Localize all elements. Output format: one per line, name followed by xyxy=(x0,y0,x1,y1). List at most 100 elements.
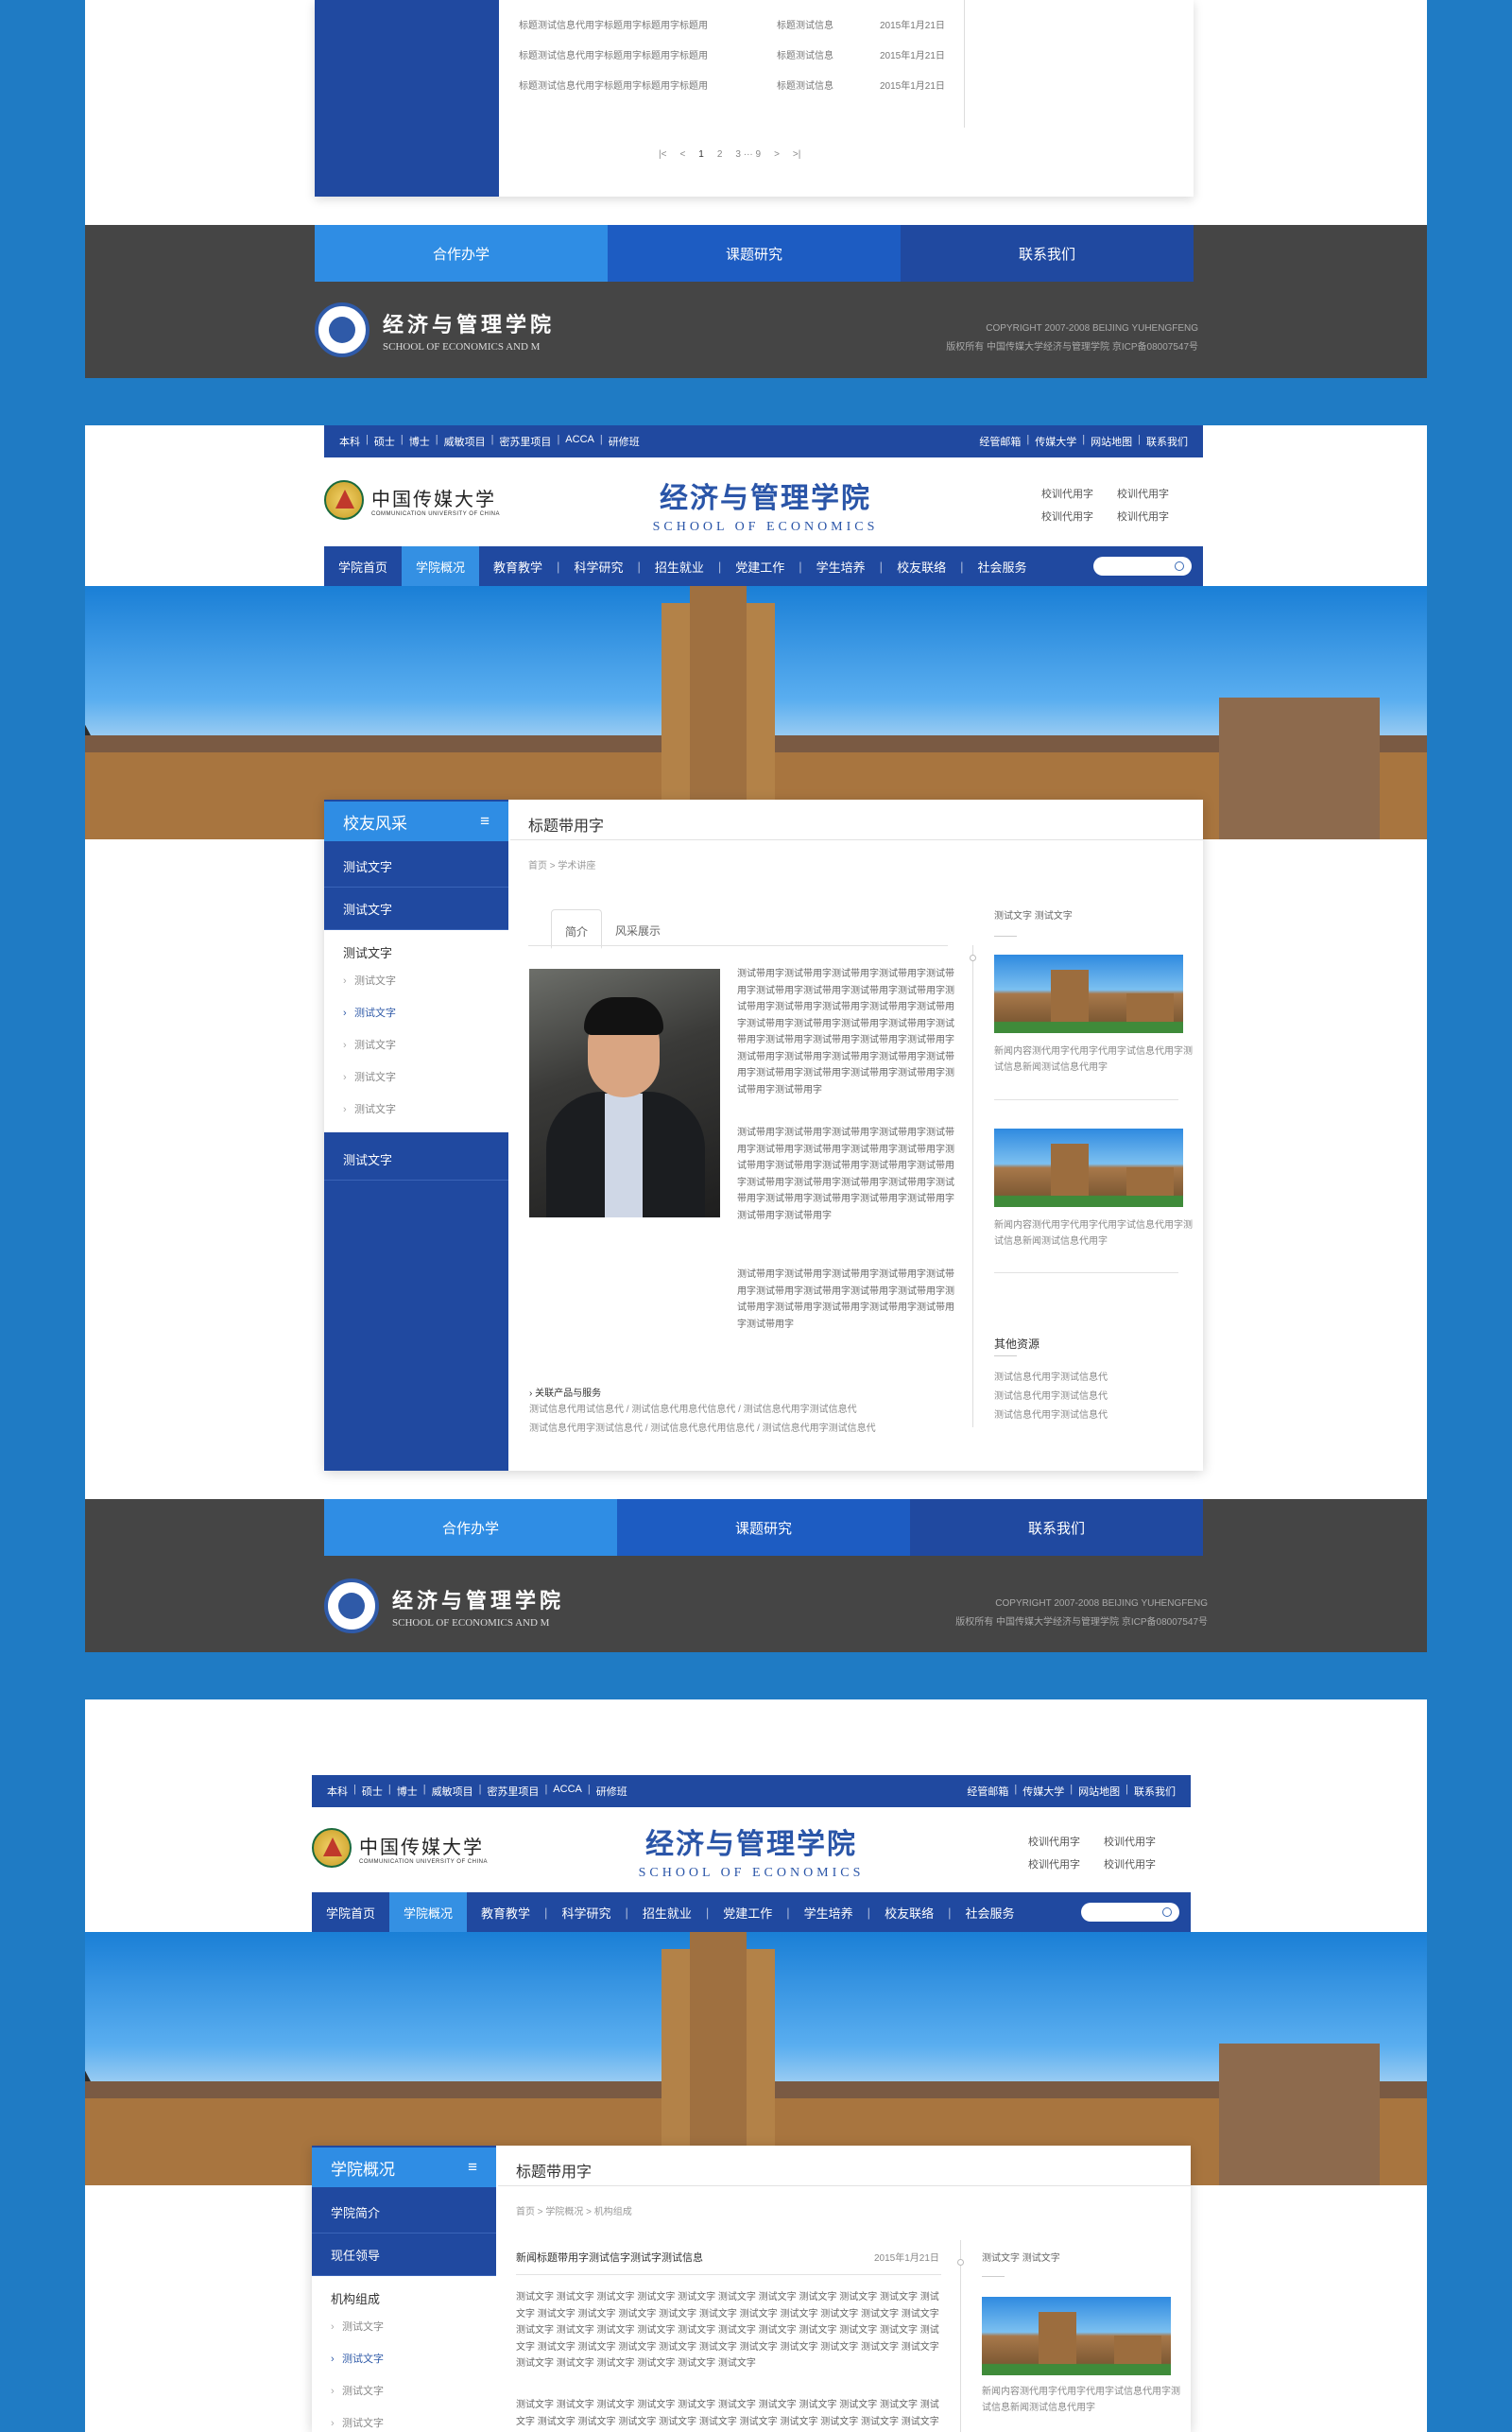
resource-link[interactable]: 测试信息代用字测试信息代 xyxy=(994,1406,1108,1425)
submenu-item-active[interactable]: 测试文字 xyxy=(324,997,508,1029)
motto-link[interactable]: 校训代用字 xyxy=(1028,1834,1104,1849)
resource-link[interactable]: 测试信息代用字测试信息代 xyxy=(994,1388,1108,1406)
menu-icon[interactable]: ≡ xyxy=(480,812,490,831)
footer-link-contact[interactable]: 联系我们 xyxy=(901,225,1194,282)
motto-link[interactable]: 校训代用字 xyxy=(1117,486,1193,501)
page-range[interactable]: 3 ··· 9 xyxy=(735,149,761,160)
submenu-item[interactable]: 测试文字 xyxy=(312,2407,496,2432)
sidebar-item[interactable]: 测试文字 xyxy=(324,888,508,930)
nav-about[interactable]: 学院概况 xyxy=(389,1892,468,1932)
top-link[interactable]: 传媒大学 xyxy=(1022,1784,1064,1799)
submenu-head[interactable]: 测试文字 xyxy=(324,930,508,965)
top-link[interactable]: 密苏里项目 xyxy=(487,1784,539,1799)
footer-link-contact[interactable]: 联系我们 xyxy=(910,1499,1203,1556)
university-logo[interactable]: 中国传媒大学 COMMUNICATION UNIVERSITY OF CHINA xyxy=(324,480,500,520)
motto-link[interactable]: 校训代用字 xyxy=(1104,1856,1179,1871)
nav-service[interactable]: 社会服务 xyxy=(963,546,1040,586)
nav-education[interactable]: 教育教学 xyxy=(479,546,557,586)
top-link[interactable]: 本科 xyxy=(327,1784,348,1799)
top-link[interactable]: 威敏项目 xyxy=(432,1784,473,1799)
top-link[interactable]: ACCA xyxy=(553,1784,582,1799)
page-prev[interactable]: < xyxy=(679,149,685,160)
article-title[interactable]: 新闻标题带用字测试信字测试字测试信息 xyxy=(516,2250,703,2265)
news-thumbnail[interactable] xyxy=(994,955,1183,1033)
related-links[interactable]: 测试信息代用字测试信息代 / 测试信息代息代用信息代 / 测试信息代用字测试信息… xyxy=(529,1420,876,1434)
page-next[interactable]: > xyxy=(774,149,780,160)
resource-link[interactable]: 测试信息代用字测试信息代 xyxy=(994,1369,1108,1388)
page-2[interactable]: 2 xyxy=(717,149,723,160)
news-title[interactable]: 标题测试信息代用字标题用字标题用字标题用 xyxy=(519,21,708,31)
top-link[interactable]: 传媒大学 xyxy=(1035,434,1076,449)
top-link[interactable]: ACCA xyxy=(565,434,594,449)
nav-alumni[interactable]: 校友联络 xyxy=(883,546,960,586)
tab-intro[interactable]: 简介 xyxy=(551,909,603,949)
submenu-item[interactable]: 测试文字 xyxy=(324,1029,508,1061)
page-1[interactable]: 1 xyxy=(698,149,704,160)
submenu-item[interactable]: 测试文字 xyxy=(324,965,508,997)
nav-party[interactable]: 党建工作 xyxy=(721,546,799,586)
motto-link[interactable]: 校训代用字 xyxy=(1041,486,1117,501)
top-link[interactable]: 硕士 xyxy=(374,434,395,449)
top-link[interactable]: 博士 xyxy=(397,1784,418,1799)
nav-home[interactable]: 学院首页 xyxy=(324,546,402,586)
news-caption[interactable]: 新闻内容测代用字代用字代用字试信息代用字测试信息新闻测试信息代用字 xyxy=(994,1044,1193,1076)
news-row[interactable]: 标题测试信息代用字标题用字标题用字标题用 标题测试信息 2015年1月21日 xyxy=(519,17,954,31)
nav-education[interactable]: 教育教学 xyxy=(467,1892,544,1932)
related-links[interactable]: 测试信息代用试信息代 / 测试信息代用息代信息代 / 测试信息代用字测试信息代 xyxy=(529,1401,857,1415)
sidebar-item[interactable]: 现任领导 xyxy=(312,2234,496,2276)
nav-alumni[interactable]: 校友联络 xyxy=(870,1892,948,1932)
submenu-item[interactable]: 测试文字 xyxy=(312,2311,496,2343)
top-link[interactable]: 经管邮箱 xyxy=(979,434,1021,449)
submenu-item-active[interactable]: 测试文字 xyxy=(312,2343,496,2375)
top-link[interactable]: 硕士 xyxy=(362,1784,383,1799)
nav-students[interactable]: 学生培养 xyxy=(790,1892,868,1932)
nav-party[interactable]: 党建工作 xyxy=(709,1892,786,1932)
motto-link[interactable]: 校训代用字 xyxy=(1028,1856,1104,1871)
news-caption[interactable]: 新闻内容测代用字代用字代用字试信息代用字测试信息新闻测试信息代用字 xyxy=(982,2384,1180,2416)
top-link[interactable]: 本科 xyxy=(339,434,360,449)
nav-home[interactable]: 学院首页 xyxy=(312,1892,389,1932)
menu-icon[interactable]: ≡ xyxy=(468,2158,477,2177)
footer-link-research[interactable]: 课题研究 xyxy=(617,1499,910,1556)
tab-gallery[interactable]: 风采展示 xyxy=(602,909,674,949)
nav-admission[interactable]: 招生就业 xyxy=(628,1892,706,1932)
news-thumbnail[interactable] xyxy=(982,2297,1171,2375)
footer-link-research[interactable]: 课题研究 xyxy=(608,225,901,282)
top-link[interactable]: 联系我们 xyxy=(1146,434,1188,449)
top-link[interactable]: 网站地图 xyxy=(1091,434,1132,449)
page-first[interactable]: |< xyxy=(659,149,666,160)
motto-link[interactable]: 校训代用字 xyxy=(1117,509,1193,524)
submenu-item[interactable]: 测试文字 xyxy=(312,2375,496,2407)
news-thumbnail[interactable] xyxy=(994,1129,1183,1207)
search-input[interactable] xyxy=(1081,1903,1179,1922)
top-link[interactable]: 网站地图 xyxy=(1078,1784,1120,1799)
sidebar-item[interactable]: 学院简介 xyxy=(312,2192,496,2234)
search-input[interactable] xyxy=(1093,557,1192,576)
motto-link[interactable]: 校训代用字 xyxy=(1104,1834,1179,1849)
nav-research[interactable]: 科学研究 xyxy=(547,1892,625,1932)
top-link[interactable]: 博士 xyxy=(409,434,430,449)
top-link[interactable]: 研修班 xyxy=(609,434,640,449)
nav-service[interactable]: 社会服务 xyxy=(951,1892,1028,1932)
top-link[interactable]: 经管邮箱 xyxy=(967,1784,1008,1799)
nav-about[interactable]: 学院概况 xyxy=(402,546,480,586)
top-link[interactable]: 密苏里项目 xyxy=(499,434,551,449)
news-title[interactable]: 标题测试信息代用字标题用字标题用字标题用 xyxy=(519,51,708,61)
top-link[interactable]: 研修班 xyxy=(596,1784,627,1799)
nav-research[interactable]: 科学研究 xyxy=(559,546,637,586)
nav-admission[interactable]: 招生就业 xyxy=(641,546,718,586)
news-caption[interactable]: 新闻内容测代用字代用字代用字试信息代用字测试信息新闻测试信息代用字 xyxy=(994,1217,1193,1250)
sidebar-item[interactable]: 测试文字 xyxy=(324,1139,508,1181)
nav-students[interactable]: 学生培养 xyxy=(802,546,880,586)
top-link[interactable]: 联系我们 xyxy=(1134,1784,1176,1799)
submenu-item[interactable]: 测试文字 xyxy=(324,1094,508,1126)
news-row[interactable]: 标题测试信息代用字标题用字标题用字标题用 标题测试信息 2015年1月21日 xyxy=(519,47,954,61)
news-row[interactable]: 标题测试信息代用字标题用字标题用字标题用 标题测试信息 2015年1月21日 xyxy=(519,78,954,92)
footer-link-cooperation[interactable]: 合作办学 xyxy=(324,1499,617,1556)
submenu-head[interactable]: 机构组成 xyxy=(312,2276,496,2311)
sidebar-item[interactable]: 测试文字 xyxy=(324,846,508,888)
university-logo[interactable]: 中国传媒大学 COMMUNICATION UNIVERSITY OF CHINA xyxy=(312,1828,488,1868)
motto-link[interactable]: 校训代用字 xyxy=(1041,509,1117,524)
submenu-item[interactable]: 测试文字 xyxy=(324,1061,508,1094)
page-last[interactable]: >| xyxy=(793,149,800,160)
